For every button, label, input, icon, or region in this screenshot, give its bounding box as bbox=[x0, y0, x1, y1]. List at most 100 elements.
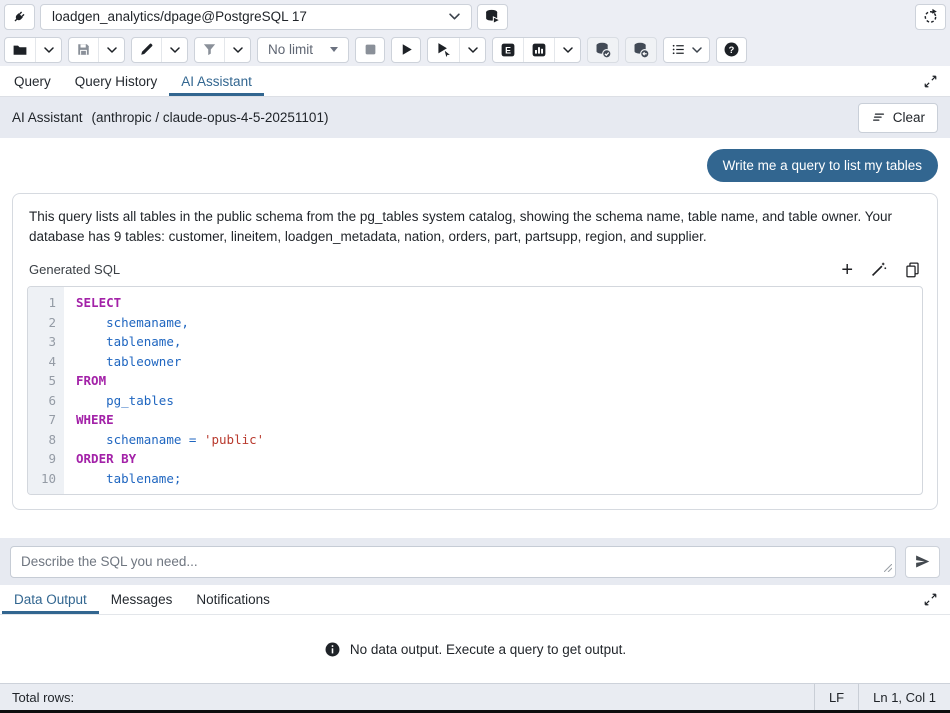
caret-down-icon bbox=[330, 47, 338, 52]
filter-button[interactable] bbox=[195, 38, 224, 62]
ai-assistant-model: (anthropic / claude-opus-4-5-20251101) bbox=[92, 110, 329, 125]
refresh-button[interactable] bbox=[915, 4, 946, 30]
folder-icon bbox=[12, 42, 28, 58]
new-connection-icon bbox=[484, 8, 501, 25]
row-limit-value: No limit bbox=[268, 42, 313, 57]
sql-code-block[interactable]: 12345678910 SELECT schemaname, tablename… bbox=[27, 286, 923, 495]
open-file-menu-button[interactable] bbox=[35, 38, 61, 62]
macro-menu-button[interactable] bbox=[664, 38, 709, 62]
expand-output-button[interactable] bbox=[913, 592, 948, 607]
explain-analyze-icon bbox=[531, 42, 547, 58]
tab-data-output[interactable]: Data Output bbox=[2, 586, 99, 614]
chevron-down-icon bbox=[44, 47, 54, 53]
explain-analyze-button[interactable] bbox=[523, 38, 554, 62]
eol-indicator: LF bbox=[814, 684, 858, 710]
send-icon bbox=[914, 553, 931, 570]
info-icon bbox=[324, 641, 341, 658]
output-empty-state: No data output. Execute a query to get o… bbox=[0, 615, 950, 683]
output-empty-message: No data output. Execute a query to get o… bbox=[350, 642, 626, 657]
chevron-down-icon bbox=[233, 47, 243, 53]
sql-lines: SELECT schemaname, tablename, tableowner… bbox=[64, 287, 922, 494]
main-tabbar: Query Query History AI Assistant bbox=[0, 66, 950, 97]
help-icon bbox=[723, 41, 740, 58]
clear-button-label: Clear bbox=[893, 110, 925, 125]
commit-button[interactable] bbox=[587, 37, 619, 63]
copy-sql-button[interactable] bbox=[904, 261, 921, 278]
open-file-group bbox=[4, 37, 62, 63]
tab-query-history[interactable]: Query History bbox=[63, 68, 170, 96]
connection-status-button[interactable] bbox=[4, 4, 35, 30]
refresh-icon bbox=[922, 8, 939, 25]
generated-sql-row: Generated SQL + bbox=[29, 261, 921, 278]
resize-grip[interactable] bbox=[884, 564, 892, 572]
plus-icon: + bbox=[841, 259, 853, 281]
ai-assistant-title: AI Assistant bbox=[12, 110, 83, 125]
output-tabbar: Data Output Messages Notifications bbox=[0, 585, 950, 615]
execute-button[interactable] bbox=[391, 37, 421, 63]
save-button[interactable] bbox=[69, 38, 98, 62]
expand-panel-button[interactable] bbox=[913, 74, 948, 89]
assistant-response-card: This query lists all tables in the publi… bbox=[12, 193, 938, 510]
play-icon bbox=[399, 42, 414, 57]
prompt-input[interactable] bbox=[10, 546, 896, 578]
commit-icon bbox=[594, 41, 612, 59]
tab-ai-assistant[interactable]: AI Assistant bbox=[169, 68, 264, 96]
generated-sql-label: Generated SQL bbox=[29, 262, 120, 277]
chevron-down-icon bbox=[692, 47, 702, 53]
macro-list-icon bbox=[671, 42, 686, 57]
tab-query[interactable]: Query bbox=[2, 68, 63, 96]
save-icon bbox=[76, 42, 91, 57]
row-limit-select[interactable]: No limit bbox=[257, 37, 349, 63]
sql-gutter: 12345678910 bbox=[28, 287, 64, 494]
send-button[interactable] bbox=[905, 546, 940, 578]
execute-script-group bbox=[427, 37, 486, 63]
chat-area: Write me a query to list my tables This … bbox=[0, 138, 950, 538]
copy-icon bbox=[904, 261, 921, 278]
generated-sql-actions: + bbox=[841, 261, 921, 278]
prompt-wrap bbox=[10, 546, 896, 578]
explain-menu-button[interactable] bbox=[554, 38, 580, 62]
stop-button[interactable] bbox=[355, 37, 385, 63]
macro-group bbox=[663, 37, 710, 63]
execute-script-button[interactable] bbox=[428, 38, 459, 62]
chevron-down-icon bbox=[563, 47, 573, 53]
tab-notifications[interactable]: Notifications bbox=[184, 586, 282, 614]
query-tool-window: loadgen_analytics/dpage@PostgreSQL 17 bbox=[0, 0, 950, 713]
expand-icon bbox=[923, 74, 938, 89]
apply-sql-button[interactable] bbox=[870, 261, 887, 278]
open-file-button[interactable] bbox=[5, 38, 35, 62]
clear-button[interactable]: Clear bbox=[858, 103, 938, 133]
edit-button[interactable] bbox=[132, 38, 161, 62]
prompt-row bbox=[0, 538, 950, 585]
rollback-button[interactable] bbox=[625, 37, 657, 63]
tab-messages[interactable]: Messages bbox=[99, 586, 185, 614]
edit-group bbox=[131, 37, 188, 63]
filter-group bbox=[194, 37, 251, 63]
connection-select-value: loadgen_analytics/dpage@PostgreSQL 17 bbox=[52, 9, 307, 24]
cursor-position: Ln 1, Col 1 bbox=[858, 684, 950, 710]
chevron-down-icon bbox=[107, 47, 117, 53]
insert-sql-button[interactable]: + bbox=[841, 262, 853, 278]
rollback-icon bbox=[632, 41, 650, 59]
plug-icon bbox=[11, 8, 28, 25]
magic-wand-icon bbox=[870, 261, 887, 278]
new-connection-button[interactable] bbox=[477, 4, 508, 30]
clear-icon bbox=[871, 110, 886, 125]
explain-group bbox=[492, 37, 581, 63]
connection-toolbar: loadgen_analytics/dpage@PostgreSQL 17 bbox=[0, 0, 950, 33]
connection-select[interactable]: loadgen_analytics/dpage@PostgreSQL 17 bbox=[40, 4, 472, 30]
execute-options-menu-button[interactable] bbox=[459, 38, 485, 62]
save-menu-button[interactable] bbox=[98, 38, 124, 62]
query-toolbar: No limit bbox=[0, 33, 950, 66]
pencil-icon bbox=[139, 42, 154, 57]
filter-icon bbox=[202, 42, 217, 57]
help-button[interactable] bbox=[716, 37, 747, 63]
edit-menu-button[interactable] bbox=[161, 38, 187, 62]
user-message-bubble: Write me a query to list my tables bbox=[707, 149, 938, 182]
explain-button[interactable] bbox=[493, 38, 523, 62]
play-script-icon bbox=[435, 41, 452, 58]
filter-menu-button[interactable] bbox=[224, 38, 250, 62]
stop-icon bbox=[363, 42, 378, 57]
total-rows-label: Total rows: bbox=[0, 684, 86, 710]
expand-icon bbox=[923, 592, 938, 607]
